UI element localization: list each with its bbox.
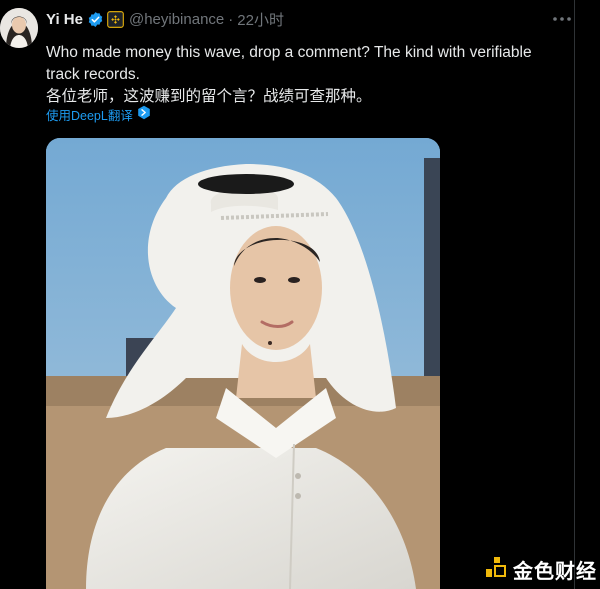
more-icon[interactable] bbox=[552, 10, 572, 28]
separator-dot: · bbox=[228, 10, 234, 28]
display-name[interactable]: Yi He bbox=[46, 11, 83, 28]
watermark-logo-icon bbox=[484, 555, 508, 584]
user-handle[interactable]: @heyibinance bbox=[129, 11, 224, 28]
translate-label: 使用DeepL翻译 bbox=[46, 108, 133, 123]
tweet-media-image[interactable] bbox=[46, 138, 440, 589]
timestamp[interactable]: 22小时 bbox=[237, 9, 284, 30]
deepl-icon bbox=[137, 105, 151, 123]
avatar-image bbox=[0, 8, 38, 48]
tweet: Yi He @heyibinance · 22小时 Who made money… bbox=[0, 0, 600, 589]
photo-illustration bbox=[46, 138, 440, 589]
avatar[interactable] bbox=[0, 8, 38, 48]
watermark-text: 金色财经 bbox=[513, 560, 597, 583]
verified-badge-icon bbox=[87, 11, 104, 28]
tweet-text: Who made money this wave, drop a comment… bbox=[46, 42, 566, 108]
translate-link[interactable]: 使用DeepL翻译 bbox=[46, 105, 151, 123]
tweet-text-en: Who made money this wave, drop a comment… bbox=[46, 44, 532, 83]
column-divider bbox=[574, 0, 575, 589]
binance-affiliation-icon[interactable] bbox=[107, 10, 124, 28]
tweet-header: Yi He @heyibinance · 22小时 bbox=[46, 9, 284, 29]
watermark: 金色财经 bbox=[484, 555, 597, 584]
